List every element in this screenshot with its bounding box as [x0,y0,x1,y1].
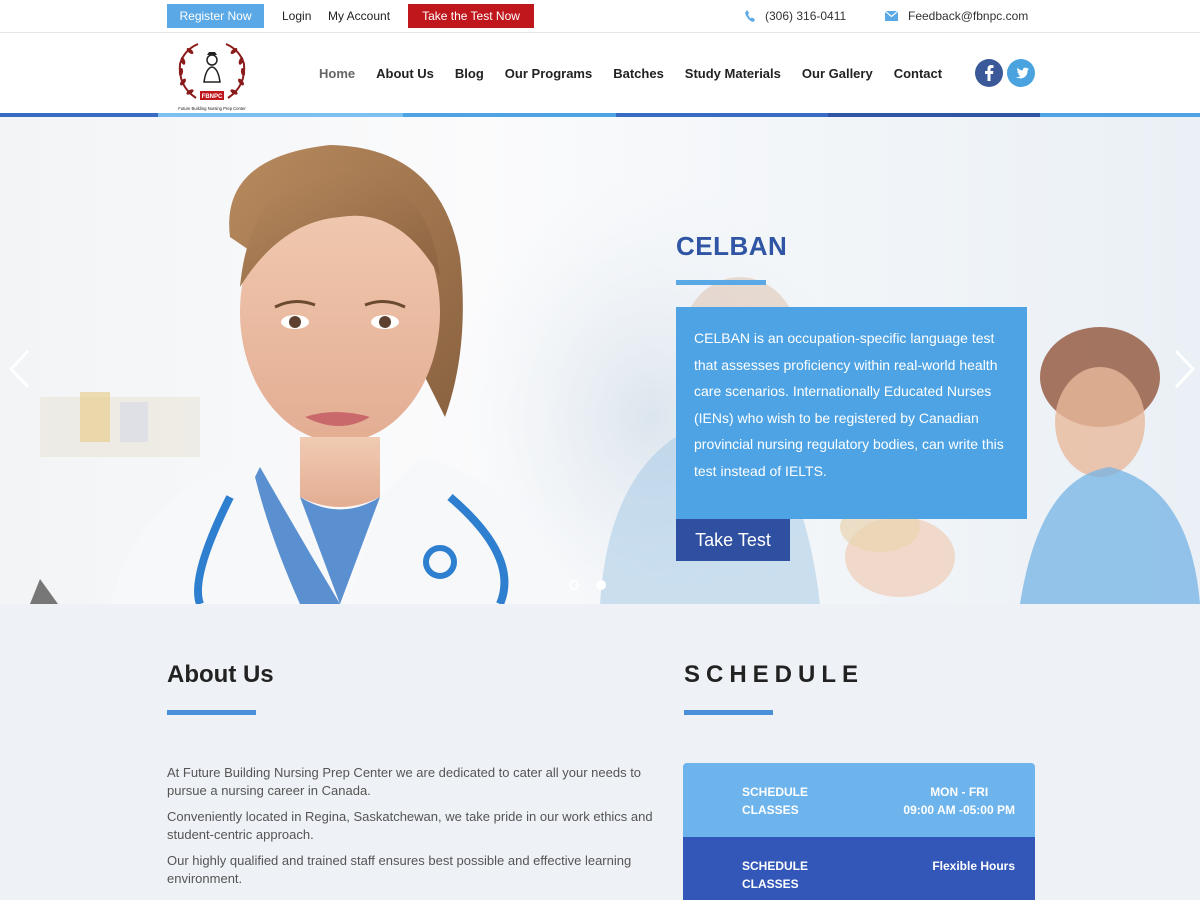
phone-contact[interactable]: (306) 316-0411 [745,9,846,23]
schedule-time: Flexible Hours [932,857,1015,875]
hero-description: CELBAN is an occupation-specific languag… [694,330,1004,479]
schedule-label: SCHEDULE CLASSES [742,783,822,819]
register-now-button[interactable]: Register Now [167,4,264,28]
nav-contact[interactable]: Contact [894,66,942,81]
schedule-row: SCHEDULE CLASSES Flexible Hours [683,837,1035,900]
nav-our-gallery[interactable]: Our Gallery [802,66,873,81]
nav-blog[interactable]: Blog [455,66,484,81]
nav-study-materials[interactable]: Study Materials [685,66,781,81]
hero-description-box: CELBAN is an occupation-specific languag… [676,307,1027,519]
phone-number: (306) 316-0411 [765,9,847,23]
hero-title: CELBAN [676,231,788,261]
logo[interactable]: FBNPC Future Building Nursing Prep Cente… [172,38,252,112]
svg-text:FBNPC: FBNPC [202,94,223,100]
hero-title-underline [676,280,766,285]
schedule-time-line: MON - FRI [930,785,989,799]
schedule-label: SCHEDULE CLASSES [742,857,822,893]
svg-text:Future Building Nursing Prep C: Future Building Nursing Prep Center [178,106,246,111]
site-header: FBNPC Future Building Nursing Prep Cente… [0,33,1200,113]
schedule-underline [684,710,773,715]
nav-about-us[interactable]: About Us [376,66,434,81]
slider-prev-arrow[interactable] [8,349,30,389]
email-contact[interactable]: Feedback@fbnpc.com [885,9,1028,23]
schedule-time: MON - FRI 09:00 AM -05:00 PM [903,783,1015,819]
about-text: At Future Building Nursing Prep Center w… [167,764,657,896]
about-paragraph: Our highly qualified and trained staff e… [167,853,632,886]
twitter-icon [1015,67,1029,78]
schedule-time-line: Flexible Hours [932,859,1015,873]
login-link[interactable]: Login [282,9,311,23]
schedule-label-line: CLASSES [742,877,799,891]
about-paragraph: Conveniently located in Regina, Saskatch… [167,809,653,842]
phone-icon [745,10,755,22]
nav-home[interactable]: Home [319,66,355,81]
take-test-now-button[interactable]: Take the Test Now [408,4,534,28]
about-underline [167,710,256,715]
about-title: About Us [167,661,274,688]
my-account-link[interactable]: My Account [328,9,390,23]
main-content: About Us At Future Building Nursing Prep… [0,604,1200,900]
top-bar: Register Now Login My Account Take the T… [0,0,1200,33]
schedule-label-line: SCHEDULE [742,785,809,799]
take-test-button[interactable]: Take Test [676,519,790,561]
schedule-row: SCHEDULE CLASSES MON - FRI 09:00 AM -05:… [683,763,1035,837]
schedule-label-line: CLASSES [742,803,799,817]
slider-dot-2[interactable] [596,580,606,590]
hero-slider: CELBAN CELBAN is an occupation-specific … [0,117,1200,604]
schedule-label-line: SCHEDULE [742,859,809,873]
nav-batches[interactable]: Batches [613,66,664,81]
about-paragraph: At Future Building Nursing Prep Center w… [167,765,642,798]
slider-next-arrow[interactable] [1174,349,1196,389]
slider-dot-1[interactable] [569,580,579,590]
twitter-button[interactable] [1007,59,1035,87]
facebook-icon [985,65,994,81]
schedule-title: SCHEDULE [684,661,865,688]
schedule-time-line: 09:00 AM -05:00 PM [903,803,1015,817]
main-nav: Home About Us Blog Our Programs Batches … [319,66,963,81]
facebook-button[interactable] [975,59,1003,87]
email-address: Feedback@fbnpc.com [908,9,1029,23]
nav-our-programs[interactable]: Our Programs [505,66,592,81]
envelope-icon [885,11,898,21]
